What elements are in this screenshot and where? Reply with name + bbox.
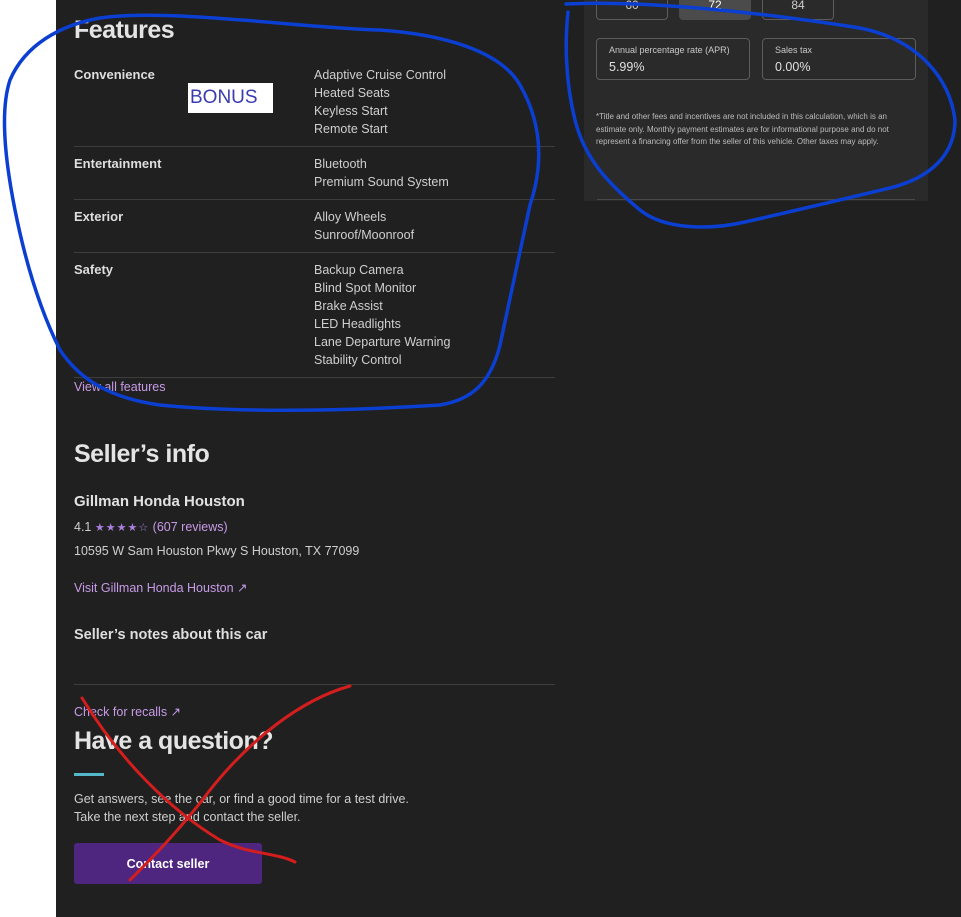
feature-item: Sunroof/Moonroof bbox=[314, 228, 415, 242]
feature-item: Alloy Wheels bbox=[314, 210, 387, 224]
apr-field[interactable]: Annual percentage rate (APR) 5.99% bbox=[596, 38, 750, 80]
feature-items: Alloy Wheels Sunroof/Moonroof bbox=[314, 208, 414, 244]
calculator-disclaimer: *Title and other fees and incentives are… bbox=[596, 112, 889, 146]
feature-item: Lane Departure Warning bbox=[314, 335, 451, 349]
features-heading: Features bbox=[74, 16, 175, 44]
feature-row-exterior: Exterior Alloy Wheels Sunroof/Moonroof bbox=[74, 200, 555, 253]
rating-value: 4.1 bbox=[74, 520, 92, 534]
dealer-address: 10595 W Sam Houston Pkwy S Houston, TX 7… bbox=[74, 544, 360, 558]
seller-info-heading: Seller’s info bbox=[74, 440, 210, 468]
feature-category: Entertainment bbox=[74, 156, 162, 171]
feature-items: Backup Camera Blind Spot Monitor Brake A… bbox=[314, 261, 450, 369]
term-option-84[interactable]: 84 bbox=[762, 0, 834, 20]
question-line: Take the next step and contact the selle… bbox=[74, 810, 301, 824]
sales-tax-label: Sales tax bbox=[775, 45, 813, 55]
feature-items: Bluetooth Premium Sound System bbox=[314, 155, 449, 191]
feature-row-convenience: Convenience Adaptive Cruise Control Heat… bbox=[74, 64, 555, 147]
feature-category: Safety bbox=[74, 262, 114, 277]
bonus-annotation-label: BONUS bbox=[188, 83, 273, 113]
apr-label: Annual percentage rate (APR) bbox=[609, 45, 730, 55]
feature-item: LED Headlights bbox=[314, 317, 401, 331]
seller-notes-heading: Seller’s notes about this car bbox=[74, 627, 268, 643]
heading-accent-underline bbox=[74, 773, 104, 776]
section-divider bbox=[74, 684, 555, 685]
feature-item: Backup Camera bbox=[314, 263, 404, 277]
feature-item: Brake Assist bbox=[314, 299, 383, 313]
feature-row-entertainment: Entertainment Bluetooth Premium Sound Sy… bbox=[74, 147, 555, 200]
feature-row-safety: Safety Backup Camera Blind Spot Monitor … bbox=[74, 253, 555, 378]
sales-tax-field[interactable]: Sales tax 0.00% bbox=[762, 38, 916, 80]
apr-value[interactable]: 5.99% bbox=[609, 60, 644, 74]
reviews-link[interactable]: (607 reviews) bbox=[153, 520, 228, 534]
term-option-72[interactable]: 72 bbox=[679, 0, 751, 20]
dealer-name: Gillman Honda Houston bbox=[74, 493, 245, 510]
view-all-features-link[interactable]: View all features bbox=[74, 380, 166, 394]
question-description: Get answers, see the car, or find a good… bbox=[74, 790, 409, 826]
calculator-divider bbox=[597, 199, 915, 200]
star-rating-icon: ★★★★☆ bbox=[94, 522, 150, 534]
feature-item: Adaptive Cruise Control bbox=[314, 68, 447, 82]
features-table: Convenience Adaptive Cruise Control Heat… bbox=[74, 64, 555, 378]
term-option-60[interactable]: 60 bbox=[596, 0, 668, 20]
feature-item: Stability Control bbox=[314, 353, 402, 367]
dealer-rating: 4.1 ★★★★☆ (607 reviews) bbox=[74, 520, 228, 534]
feature-category: Exterior bbox=[74, 209, 124, 224]
feature-item: Bluetooth bbox=[314, 157, 367, 171]
feature-item: Blind Spot Monitor bbox=[314, 281, 417, 295]
feature-item: Premium Sound System bbox=[314, 175, 449, 189]
feature-item: Heated Seats bbox=[314, 86, 390, 100]
feature-item: Remote Start bbox=[314, 122, 388, 136]
visit-dealer-link[interactable]: Visit Gillman Honda Houston ↗ bbox=[74, 580, 248, 595]
feature-items: Adaptive Cruise Control Heated Seats Key… bbox=[314, 66, 446, 138]
contact-seller-button[interactable]: Contact seller bbox=[74, 843, 262, 884]
feature-item: Keyless Start bbox=[314, 104, 388, 118]
payment-calculator-panel bbox=[584, 0, 928, 201]
check-recalls-link[interactable]: Check for recalls ↗ bbox=[74, 704, 181, 719]
question-line: Get answers, see the car, or find a good… bbox=[74, 792, 409, 806]
sales-tax-value[interactable]: 0.00% bbox=[775, 60, 810, 74]
have-a-question-heading: Have a question? bbox=[74, 727, 274, 755]
